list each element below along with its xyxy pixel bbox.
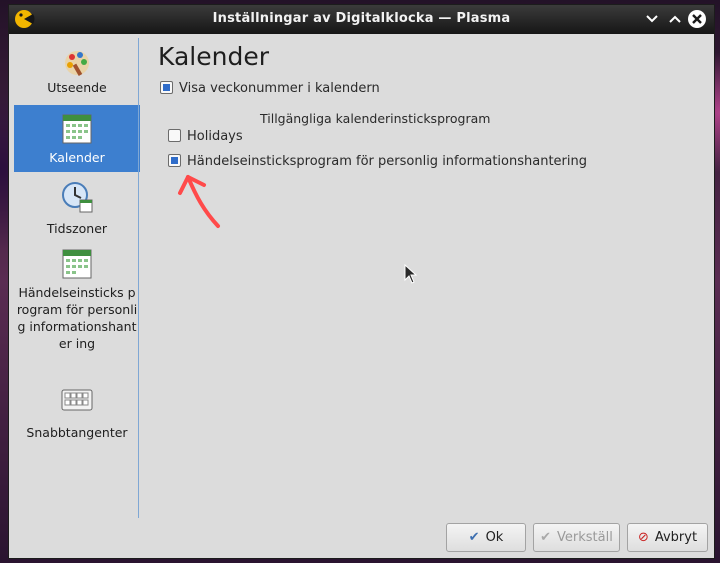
keyboard-icon: [61, 389, 93, 411]
chevron-down-icon[interactable]: [642, 9, 662, 29]
plugin-row-holidays[interactable]: Holidays: [168, 129, 243, 144]
checkmark-icon: ✔: [540, 530, 552, 545]
chevron-up-icon[interactable]: [665, 9, 685, 29]
sidebar-item-label: Utseende: [47, 80, 107, 95]
clock-icon: [62, 182, 93, 213]
sidebar-item-snabbtangenter[interactable]: Snabbtangenter: [14, 384, 140, 440]
plugin-label: Holidays: [187, 129, 243, 144]
sidebar-item-pim-plugin[interactable]: Händelseinsticks program för personlig i…: [14, 248, 140, 373]
page-title: Kalender: [158, 42, 269, 71]
close-icon[interactable]: [687, 9, 707, 29]
show-week-numbers-label: Visa veckonummer i kalendern: [179, 81, 380, 96]
sidebar-item-label: Tidszoner: [46, 221, 108, 236]
show-week-numbers-checkbox[interactable]: [160, 81, 173, 94]
plugins-group-title: Tillgängliga kalenderinsticksprogram: [260, 111, 491, 126]
appearance-icon: [65, 51, 89, 77]
sidebar-item-label: Kalender: [49, 150, 105, 165]
sidebar-item-label: Händelseinsticks program för personlig i…: [16, 285, 138, 351]
sidebar: Utseende Kalender Tidszoner Händelseinst…: [14, 38, 140, 518]
mouse-cursor-icon: [404, 264, 418, 284]
calendar-icon: [62, 114, 92, 144]
calendar-icon: [62, 249, 92, 279]
plugin-checkbox-holidays[interactable]: [168, 129, 181, 142]
cancel-icon: ⊘: [637, 530, 649, 545]
checkmark-icon: ✔: [468, 530, 480, 545]
title-bar[interactable]: Inställningar av Digitalklocka — Plasma: [9, 5, 714, 34]
show-week-numbers-row[interactable]: Visa veckonummer i kalendern: [160, 81, 380, 96]
apply-button[interactable]: ✔ Verkställ: [533, 523, 620, 552]
sidebar-item-tidszoner[interactable]: Tidszoner: [14, 180, 140, 240]
annotation-arrow: [178, 175, 220, 228]
sidebar-item-label: Snabbtangenter: [26, 425, 128, 440]
plugin-checkbox-pim[interactable]: [168, 154, 181, 167]
settings-window: Inställningar av Digitalklocka — Plasma …: [8, 4, 715, 559]
window-title: Inställningar av Digitalklocka — Plasma: [212, 11, 511, 26]
plugin-label: Händelseinsticksprogram för personlig in…: [187, 154, 587, 169]
cancel-button[interactable]: ⊘ Avbryt: [627, 523, 708, 552]
sidebar-divider: [138, 38, 139, 518]
sidebar-item-utseende[interactable]: Utseende: [14, 44, 140, 104]
plugin-row-pim[interactable]: Händelseinsticksprogram för personlig in…: [168, 154, 587, 169]
ok-button[interactable]: ✔ Ok: [446, 523, 526, 552]
sidebar-item-kalender[interactable]: Kalender: [14, 105, 140, 172]
